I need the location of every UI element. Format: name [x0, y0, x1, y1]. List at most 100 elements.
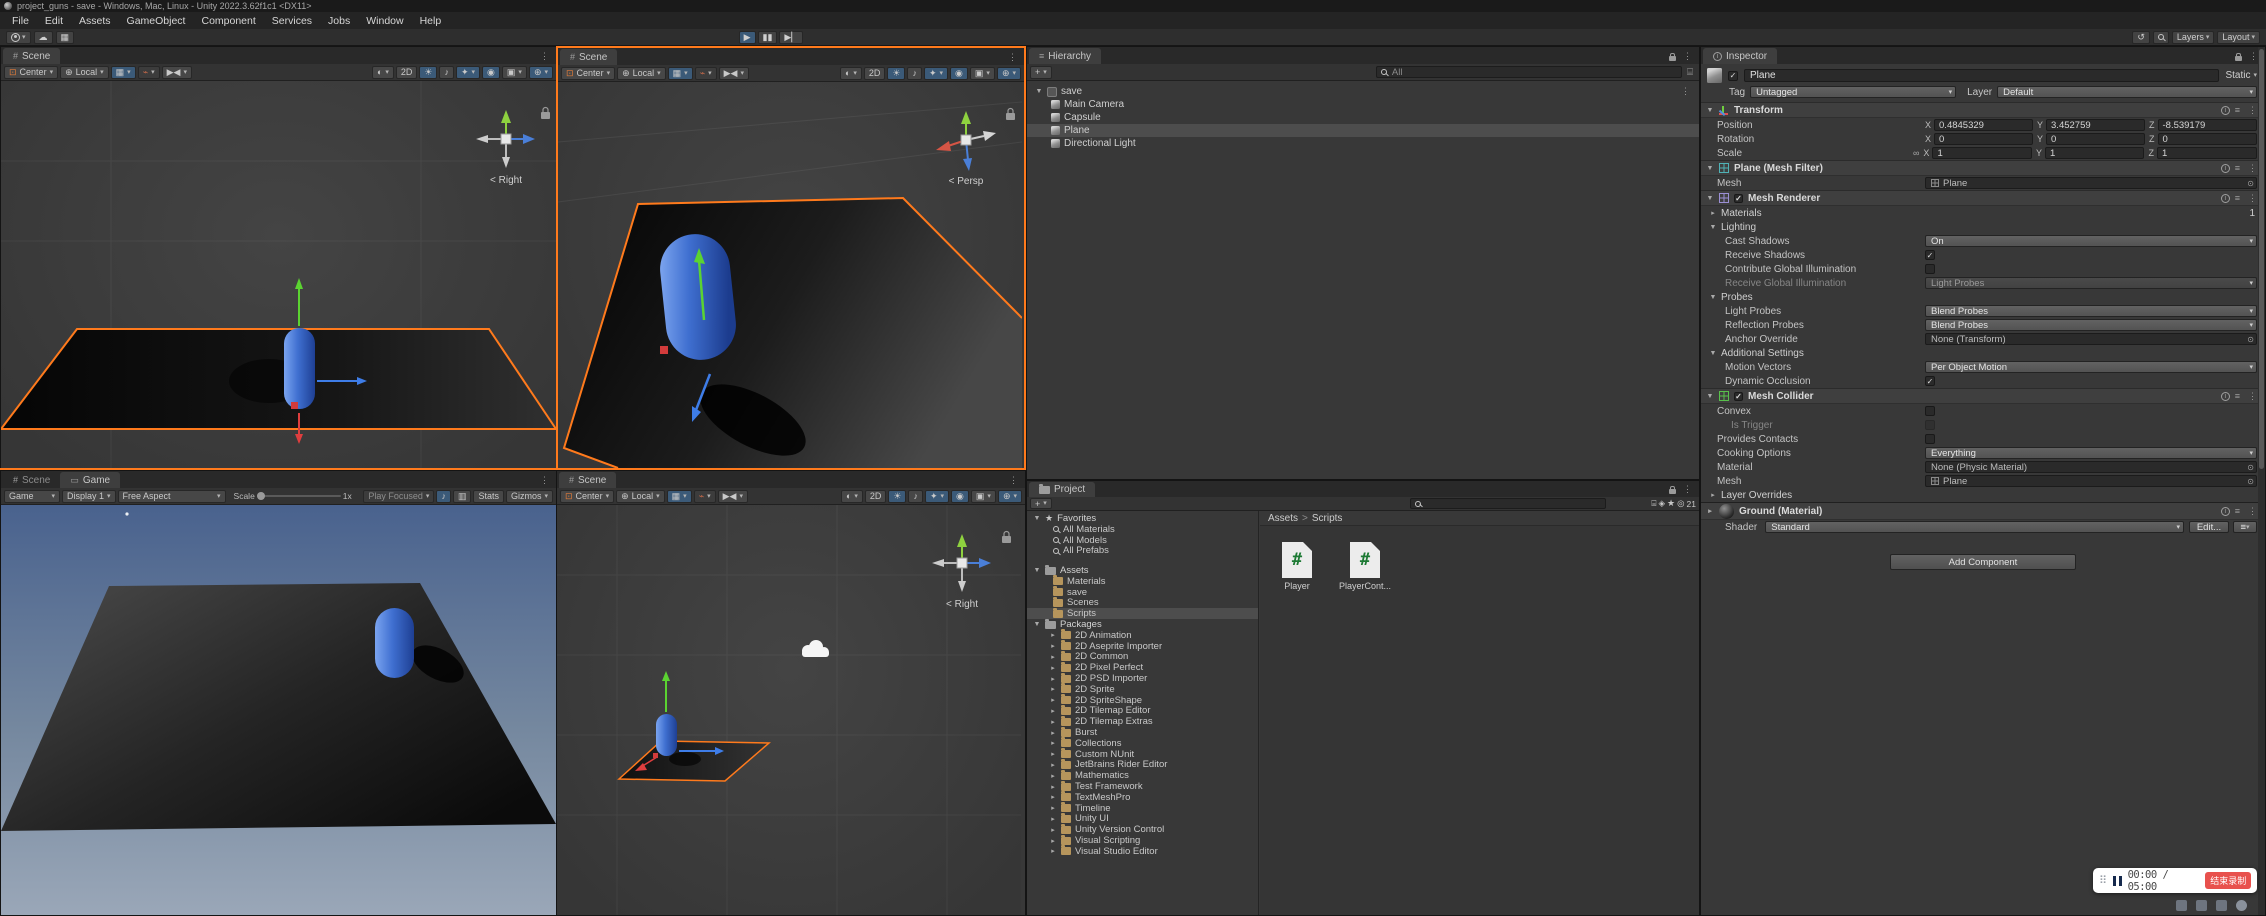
probes-foldout[interactable]: ▼ Probes [1701, 290, 2265, 304]
game-gizmos-dropdown[interactable]: Gizmos▾ [506, 490, 553, 503]
menu-assets[interactable]: Assets [71, 12, 119, 29]
mesh-object-field[interactable]: Plane⊙ [1925, 177, 2257, 189]
snap-button[interactable]: ⌁▾ [138, 66, 160, 79]
step-button[interactable]: ▶▏ [779, 31, 803, 44]
project-packages-header[interactable]: ▼Packages [1027, 619, 1258, 630]
breadcrumb-root[interactable]: Assets [1268, 513, 1298, 524]
snap-increment-button[interactable]: ▶◀▾ [718, 490, 748, 503]
tag-dropdown[interactable]: Untagged [1750, 86, 1956, 98]
display-dropdown[interactable]: Display 1▾ [62, 490, 116, 503]
scene-tab[interactable]: #Scene [3, 472, 60, 488]
inspector-tab[interactable]: Inspector [1703, 48, 1777, 64]
scene-lighting-button[interactable]: ☀ [419, 66, 437, 79]
chevron-right-icon[interactable]: ▸ [1049, 718, 1057, 726]
project-package[interactable]: ▸Mathematics [1027, 770, 1258, 781]
project-package[interactable]: ▸2D Pixel Perfect [1027, 662, 1258, 673]
chevron-right-icon[interactable]: ▸ [1049, 707, 1057, 715]
chevron-right-icon[interactable]: ▸ [1049, 696, 1057, 704]
effects-dropdown[interactable]: ✦▾ [925, 490, 949, 503]
search-by-type-icon[interactable]: ⌸ [1651, 498, 1656, 509]
2d-toggle-button[interactable]: 2D [864, 67, 886, 80]
project-package[interactable]: ▸TextMeshPro [1027, 792, 1258, 803]
lock-icon[interactable] [2235, 56, 2242, 61]
inspector-scrollbar[interactable] [2258, 47, 2265, 915]
presets-icon[interactable]: ≡ [2235, 193, 2240, 203]
chevron-down-icon[interactable]: ▼ [1706, 165, 1714, 172]
mute-audio-button[interactable]: ♪ [436, 490, 451, 503]
help-icon[interactable] [2221, 507, 2230, 516]
motion-vectors-dropdown[interactable]: Per Object Motion [1925, 361, 2257, 373]
position-x-field[interactable]: 0.4845329 [1934, 119, 2033, 131]
presets-icon[interactable]: ≡ [2235, 163, 2240, 173]
rotation-y-field[interactable]: 0 [2046, 133, 2145, 145]
collab-button[interactable]: ▦ [56, 31, 75, 44]
orientation-gizmo-persp[interactable] [936, 111, 996, 171]
panel-menu-icon[interactable]: ⋮ [1006, 475, 1021, 486]
chevron-right-icon[interactable]: ▸ [1049, 783, 1057, 791]
chevron-down-icon[interactable]: ▼ [1709, 294, 1717, 301]
lock-icon[interactable] [1006, 109, 1015, 121]
add-component-button[interactable]: Add Component [1890, 554, 2076, 570]
aspect-dropdown[interactable]: Free Aspect▾ [118, 490, 226, 503]
provides-contacts-checkbox[interactable] [1925, 434, 1935, 444]
materials-foldout[interactable]: ▸ Materials 1 [1701, 206, 2265, 220]
chevron-down-icon[interactable]: ▼ [1706, 107, 1714, 114]
material-header[interactable]: ▸ Ground (Material) ≡⋮ [1701, 502, 2265, 520]
undo-history-button[interactable]: ↺ [2132, 31, 2150, 44]
help-icon[interactable] [2221, 164, 2230, 173]
breadcrumb-current[interactable]: Scripts [1312, 513, 1343, 524]
menu-help[interactable]: Help [412, 12, 450, 29]
gizmos-dropdown[interactable]: ⊕▾ [997, 67, 1021, 80]
chevron-down-icon[interactable]: ▼ [1709, 350, 1717, 357]
hierarchy-add-button[interactable]: +▾ [1030, 66, 1052, 79]
layers-dropdown[interactable]: Layers▾ [2172, 31, 2215, 44]
scale-slider[interactable] [257, 495, 341, 497]
project-search-input[interactable] [1424, 497, 1601, 510]
pause-button[interactable]: ▮▮ [758, 31, 778, 44]
project-add-button[interactable]: +▾ [1030, 498, 1052, 509]
scene-canvas-top-middle[interactable]: < Persp [558, 82, 1022, 468]
menu-file[interactable]: File [4, 12, 37, 29]
project-favorite-all-models[interactable]: All Models [1027, 535, 1258, 546]
chevron-right-icon[interactable]: ▸ [1049, 837, 1057, 845]
chevron-right-icon[interactable]: ▸ [1049, 664, 1057, 672]
chevron-down-icon[interactable]: ▼ [1706, 393, 1714, 400]
panel-menu-icon[interactable]: ⋮ [1005, 52, 1020, 63]
component-enabled-checkbox[interactable]: ✓ [1734, 392, 1743, 401]
chevron-down-icon[interactable]: ▼ [1709, 224, 1717, 231]
contribute-gi-checkbox[interactable] [1925, 264, 1935, 274]
presets-icon[interactable]: ≡ [2235, 391, 2240, 401]
view-orientation-label[interactable]: < Right [490, 175, 522, 186]
project-package[interactable]: ▸2D Aseprite Importer [1027, 641, 1258, 652]
gizmos-dropdown[interactable]: ⊕▾ [529, 66, 553, 79]
scrollbar-thumb[interactable] [2259, 49, 2264, 469]
hierarchy-item-directional-light[interactable]: Directional Light [1027, 137, 1699, 150]
tool-handle-rotation-dropdown[interactable]: ⊕Local▾ [616, 490, 665, 503]
project-package[interactable]: ▸2D Tilemap Editor [1027, 706, 1258, 717]
game-mode-dropdown[interactable]: Game▾ [4, 490, 60, 503]
hierarchy-tab[interactable]: ≡Hierarchy [1029, 48, 1101, 64]
tool-handle-rotation-dropdown[interactable]: ⊕Local▾ [60, 66, 109, 79]
chevron-down-icon[interactable]: ▼ [1033, 567, 1041, 574]
hierarchy-search-input[interactable] [1390, 66, 1677, 79]
tray-icon[interactable] [2216, 900, 2227, 911]
lighting-foldout[interactable]: ▼ Lighting [1701, 220, 2265, 234]
menu-component[interactable]: Component [193, 12, 263, 29]
shading-mode-dropdown[interactable]: ◐▾ [372, 66, 394, 79]
scale-slider-knob[interactable] [257, 492, 265, 500]
edit-shader-button[interactable]: Edit... [2189, 521, 2229, 533]
shader-dropdown[interactable]: Standard [1765, 521, 2184, 533]
scene-tab[interactable]: #Scene [560, 49, 617, 65]
lock-icon[interactable] [1669, 489, 1676, 494]
chevron-right-icon[interactable]: ▸ [1049, 729, 1057, 737]
scale-link-icon[interactable]: ∞ [1913, 148, 1919, 158]
project-package[interactable]: ▸Unity Version Control [1027, 824, 1258, 835]
scene-tab[interactable]: #Scene [3, 48, 60, 64]
convex-checkbox[interactable] [1925, 406, 1935, 416]
panel-menu-icon[interactable]: ⋮ [1680, 51, 1695, 62]
orientation-gizmo-right[interactable] [932, 534, 991, 592]
scene-canvas-top-left[interactable]: < Right [1, 81, 556, 469]
chevron-right-icon[interactable]: ▸ [1049, 750, 1057, 758]
anchor-override-field[interactable]: None (Transform)⊙ [1925, 333, 2257, 345]
chevron-down-icon[interactable]: ▼ [1706, 195, 1714, 202]
